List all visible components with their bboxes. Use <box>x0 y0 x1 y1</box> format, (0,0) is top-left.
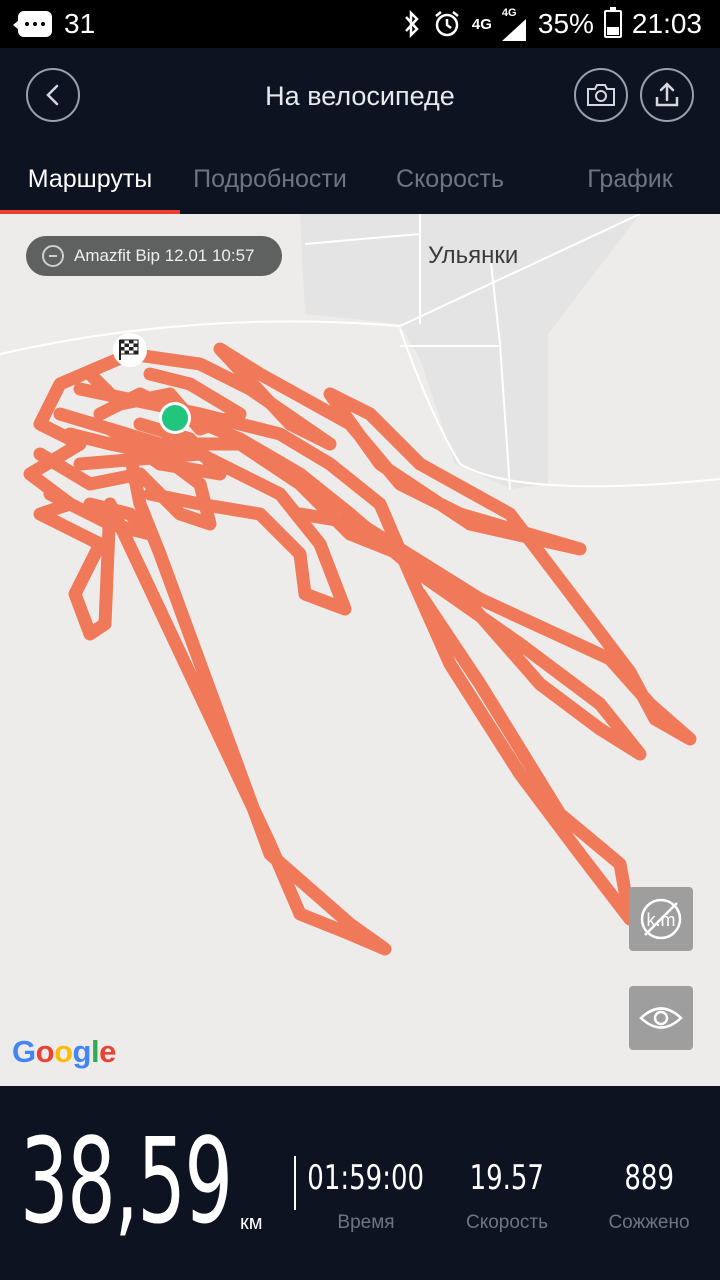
bluetooth-icon <box>404 10 419 38</box>
distance-unit: км <box>240 1212 263 1234</box>
distance-value: 38,59 <box>20 1112 233 1250</box>
tab-bar: Маршруты Подробности Скорость График <box>0 144 720 214</box>
stat-calories: 889 Сожжено <box>579 1158 719 1234</box>
stat-speed: 19.57 Скорость <box>437 1158 577 1234</box>
battery-icon <box>603 7 622 38</box>
visibility-button[interactable] <box>629 986 693 1050</box>
page-title: На велосипеде <box>265 81 455 111</box>
network-type-2: 4G <box>501 6 517 19</box>
alarm-icon <box>435 11 459 37</box>
share-button[interactable] <box>640 68 694 122</box>
eye-icon <box>639 1007 683 1029</box>
network-type-1: 4G <box>471 15 492 33</box>
back-button[interactable] <box>26 68 80 122</box>
start-marker <box>162 405 188 431</box>
stats-panel: 38,59 км 01:59:00 Время 19.57 Скорость 8… <box>0 1086 720 1280</box>
device-chip: Amazfit Bip 12.01 10:57 <box>26 236 282 276</box>
app-header: На велосипеде <box>0 48 720 144</box>
tab-chart[interactable]: График <box>540 144 720 214</box>
map-place-label: Ульянки <box>428 242 519 269</box>
speed-value: 19.57 <box>469 1158 545 1198</box>
chevron-left-icon <box>46 84 59 106</box>
km-markers-button[interactable]: k.m <box>629 887 693 951</box>
watch-icon <box>42 245 64 267</box>
upload-icon <box>655 82 679 107</box>
stat-time: 01:59:00 Время <box>296 1158 436 1234</box>
speed-label: Скорость <box>465 1212 549 1233</box>
clock: 21:03 <box>631 8 702 39</box>
camera-icon <box>587 84 615 106</box>
tab-details[interactable]: Подробности <box>180 144 360 214</box>
calories-value: 889 <box>624 1158 674 1198</box>
calories-label: Сожжено <box>608 1212 690 1233</box>
signal-icon <box>501 18 526 41</box>
device-chip-text: Amazfit Bip 12.01 10:57 <box>74 246 255 265</box>
google-logo: Google <box>12 1034 116 1069</box>
notification-count: 31 <box>64 8 96 39</box>
time-value: 01:59:00 <box>307 1158 425 1198</box>
status-bar: 31 4G 4G 35% 21:03 <box>0 0 720 48</box>
time-label: Время <box>337 1212 395 1233</box>
tab-speed[interactable]: Скорость <box>360 144 540 214</box>
message-icon <box>13 11 52 37</box>
km-markers-icon: k.m <box>640 898 682 940</box>
tab-routes[interactable]: Маршруты <box>0 144 180 214</box>
battery-percent: 35% <box>537 8 594 39</box>
map-canvas <box>0 214 720 956</box>
route-map[interactable]: Amazfit Bip 12.01 10:57 Ульянки k.m Goog… <box>0 214 720 1086</box>
camera-button[interactable] <box>574 68 628 122</box>
route-track <box>23 342 697 956</box>
